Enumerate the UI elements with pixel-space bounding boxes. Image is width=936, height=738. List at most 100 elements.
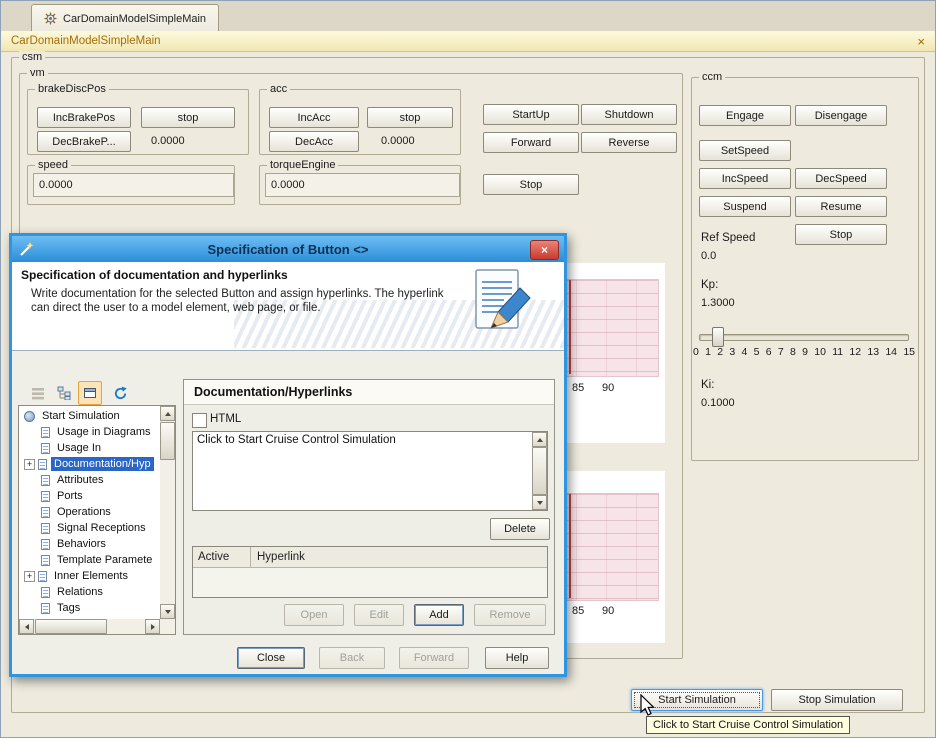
open-button: Open — [284, 604, 344, 626]
tree-item-attributes[interactable]: Attributes — [19, 472, 160, 488]
scrollbar-thumb[interactable] — [35, 619, 107, 634]
stop-simulation-button[interactable]: Stop Simulation — [771, 689, 903, 711]
torque-value-field: 0.0000 — [265, 173, 460, 197]
shutdown-button[interactable]: Shutdown — [581, 104, 677, 125]
resume-button[interactable]: Resume — [795, 196, 887, 217]
refresh-button[interactable] — [108, 381, 132, 405]
incspeed-button[interactable]: IncSpeed — [699, 168, 791, 189]
startup-button[interactable]: StartUp — [483, 104, 579, 125]
decbrakepos-button[interactable]: DecBrakeP... — [37, 131, 131, 152]
tree-vertical-scrollbar[interactable] — [160, 406, 175, 619]
tree-item-signal-receptions[interactable]: Signal Receptions — [19, 520, 160, 536]
tree-item-start-simulation[interactable]: Start Simulation — [19, 408, 160, 424]
textarea-scrollbar[interactable] — [532, 432, 547, 510]
scrollbar-thumb[interactable] — [532, 447, 547, 495]
engage-button[interactable]: Engage — [699, 105, 791, 126]
brake-stop-button[interactable]: stop — [141, 107, 235, 128]
remove-button: Remove — [474, 604, 546, 626]
forward-button[interactable]: Forward — [483, 132, 579, 153]
documentation-textarea[interactable]: Click to Start Cruise Control Simulation — [192, 431, 548, 511]
tree-view-button[interactable] — [52, 381, 76, 405]
tick-label: 8 — [790, 346, 796, 358]
page-icon — [41, 555, 50, 566]
decacc-button[interactable]: DecAcc — [269, 131, 359, 152]
scroll-up-button[interactable] — [160, 406, 175, 421]
page-icon — [41, 523, 50, 534]
close-button[interactable]: Close — [237, 647, 305, 669]
reverse-button[interactable]: Reverse — [581, 132, 677, 153]
x-axis-tick: 90 — [602, 382, 614, 394]
page-icon — [41, 603, 50, 614]
acc-stop-button[interactable]: stop — [367, 107, 453, 128]
tree-viewport: Start Simulation Usage in Diagrams Usage… — [19, 406, 160, 619]
expand-icon[interactable]: + — [24, 571, 35, 582]
ccm-stop-button[interactable]: Stop — [795, 224, 887, 245]
add-button[interactable]: Add — [414, 604, 464, 626]
x-axis-tick: 85 — [572, 382, 584, 394]
scroll-right-button[interactable] — [145, 619, 160, 634]
hyperlink-table: Active Hyperlink — [192, 546, 548, 598]
window-icon — [83, 386, 97, 400]
delete-button[interactable]: Delete — [490, 518, 550, 540]
incacc-button[interactable]: IncAcc — [269, 107, 359, 128]
html-checkbox-label: HTML — [210, 413, 241, 425]
tick-label: 9 — [802, 346, 808, 358]
tooltip: Click to Start Cruise Control Simulation — [646, 716, 850, 734]
tree-item-behaviors[interactable]: Behaviors — [19, 536, 160, 552]
tree-item-template-parameters[interactable]: Template Paramete — [19, 552, 160, 568]
kp-slider-thumb[interactable] — [712, 327, 724, 347]
tree-item-inner-elements[interactable]: + Inner Elements — [19, 568, 160, 584]
tree-item-usage-in-diagrams[interactable]: Usage in Diagrams — [19, 424, 160, 440]
chart-series-line — [569, 280, 571, 374]
tree-item-label: Start Simulation — [39, 409, 123, 423]
tree-item-label: Ports — [54, 489, 86, 503]
expert-view-button[interactable] — [78, 381, 102, 405]
expand-icon[interactable]: + — [24, 459, 35, 470]
tick-label: 2 — [717, 346, 723, 358]
page-icon — [41, 587, 50, 598]
scroll-left-button[interactable] — [19, 619, 34, 634]
csm-group-label: csm — [19, 51, 45, 64]
scrollbar-thumb[interactable] — [160, 422, 175, 460]
tick-label: 3 — [729, 346, 735, 358]
setspeed-button[interactable]: SetSpeed — [699, 140, 791, 161]
diagram-icon — [44, 12, 57, 25]
tree-item-usage-in[interactable]: Usage In — [19, 440, 160, 456]
dialog-titlebar: Specification of Button <> × — [12, 236, 564, 262]
header-description: Write documentation for the selected But… — [31, 287, 461, 315]
properties-view-button[interactable] — [26, 381, 50, 405]
disengage-button[interactable]: Disengage — [795, 105, 887, 126]
html-checkbox[interactable] — [192, 413, 207, 428]
scrollbar-corner — [160, 619, 175, 634]
tick-label: 5 — [754, 346, 760, 358]
kp-slider-track[interactable] — [699, 334, 909, 341]
tree-view-icon — [57, 386, 71, 400]
scroll-up-button[interactable] — [532, 432, 547, 447]
left-arrow-icon — [25, 624, 29, 630]
tick-label: 7 — [778, 346, 784, 358]
tree-item-ports[interactable]: Ports — [19, 488, 160, 504]
tree-item-tags[interactable]: Tags — [19, 600, 160, 616]
tab-cardomainmodelsimplemain[interactable]: CarDomainModelSimpleMain — [31, 4, 219, 32]
decspeed-button[interactable]: DecSpeed — [795, 168, 887, 189]
tree-item-documentation-hyperlinks[interactable]: + Documentation/Hyp — [19, 456, 160, 472]
up-arrow-icon — [537, 438, 543, 442]
scroll-down-button[interactable] — [532, 495, 547, 510]
up-arrow-icon — [165, 412, 171, 416]
dialog-close-button[interactable]: × — [530, 240, 559, 260]
incbrakepos-button[interactable]: IncBrakePos — [37, 107, 131, 128]
tree-item-relations[interactable]: Relations — [19, 584, 160, 600]
app-window: CarDomainModelSimpleMain CarDomainModelS… — [0, 0, 936, 738]
suspend-button[interactable]: Suspend — [699, 196, 791, 217]
kp-label: Kp: — [701, 279, 718, 291]
document-close-button[interactable]: × — [917, 35, 925, 48]
properties-icon — [31, 386, 45, 400]
speed-group-label: speed — [35, 159, 71, 172]
scroll-down-button[interactable] — [160, 604, 175, 619]
tree-horizontal-scrollbar[interactable] — [19, 619, 160, 634]
right-arrow-icon — [151, 624, 155, 630]
vm-stop-button[interactable]: Stop — [483, 174, 579, 195]
tick-label: 13 — [867, 346, 879, 358]
tree-item-operations[interactable]: Operations — [19, 504, 160, 520]
help-button[interactable]: Help — [485, 647, 549, 669]
